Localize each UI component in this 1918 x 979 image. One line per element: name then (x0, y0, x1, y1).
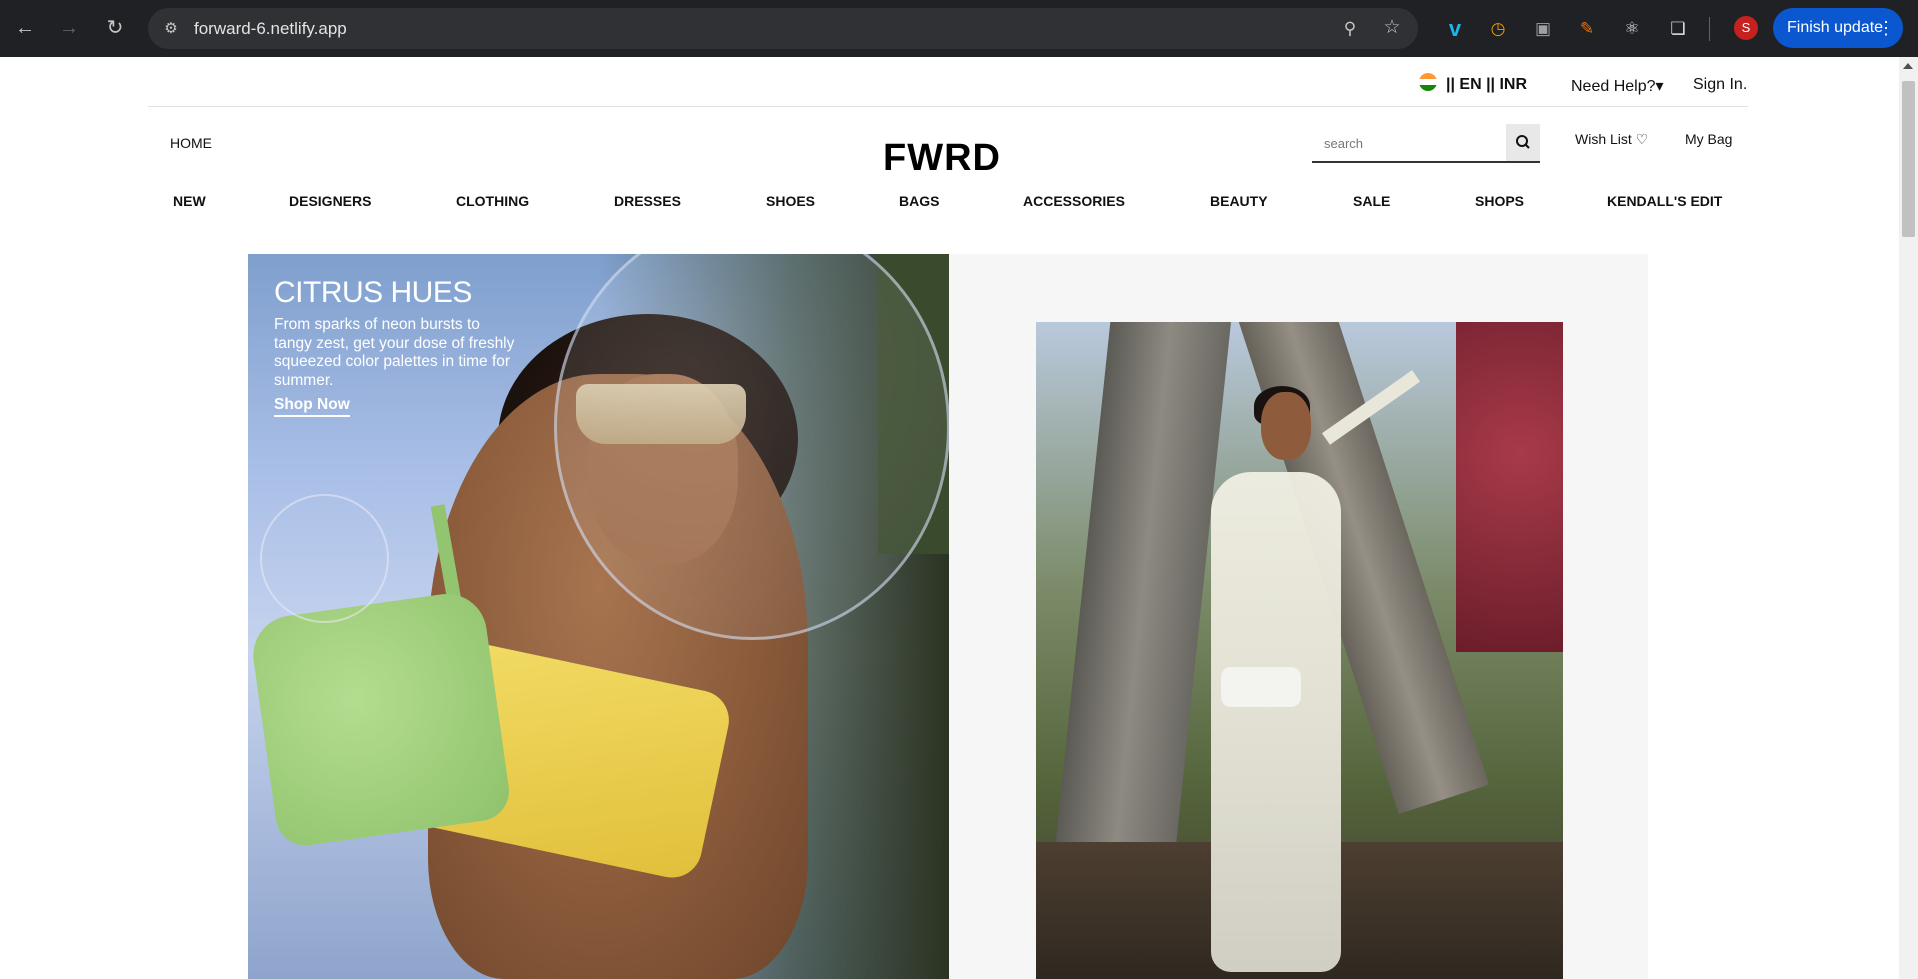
model-white-dress-photo[interactable] (1036, 322, 1563, 979)
nav-item-kendalls-edit[interactable]: KENDALL'S EDIT (1607, 193, 1722, 209)
nav-item-accessories[interactable]: ACCESSORIES (1023, 193, 1125, 209)
bookmark-star-icon[interactable]: ☆ (1380, 16, 1404, 40)
zoom-icon[interactable]: ⚲ (1338, 17, 1362, 41)
scroll-up-arrow-icon[interactable] (1903, 63, 1913, 69)
white-dress (1211, 472, 1341, 972)
address-bar[interactable]: ⚙ forward-6.netlify.app ⚲ ☆ (148, 8, 1418, 49)
home-link[interactable]: HOME (170, 135, 212, 151)
need-help-dropdown[interactable]: Need Help?▾ (1571, 76, 1664, 96)
my-bag-link[interactable]: My Bag (1685, 131, 1732, 147)
nav-item-new[interactable]: NEW (173, 193, 206, 209)
search-icon (1516, 135, 1530, 149)
nav-item-designers[interactable]: DESIGNERS (289, 193, 371, 209)
scrollbar-thumb[interactable] (1902, 81, 1915, 237)
search-button[interactable] (1506, 124, 1540, 161)
pen-icon[interactable]: ✎ (1573, 15, 1601, 43)
nav-item-shops[interactable]: SHOPS (1475, 193, 1524, 209)
nav-item-beauty[interactable]: BEAUTY (1210, 193, 1268, 209)
white-clutch (1221, 667, 1301, 707)
hero-secondary-panel (949, 254, 1648, 979)
puzzle-icon[interactable]: ❏ (1664, 15, 1692, 43)
wish-list-link[interactable]: Wish List ♡ (1575, 131, 1648, 148)
green-handbag (248, 588, 513, 850)
toolbar-divider (1709, 17, 1710, 41)
category-nav: NEW DESIGNERS CLOTHING DRESSES SHOES BAG… (148, 193, 1748, 217)
nav-item-sale[interactable]: SALE (1353, 193, 1390, 209)
site-info-icon[interactable]: ⚙ (160, 18, 182, 40)
sign-in-link[interactable]: Sign In. (1693, 76, 1747, 94)
timer-icon[interactable]: ◷ (1484, 15, 1512, 43)
more-menu-icon[interactable]: ⋮ (1863, 8, 1895, 48)
page-scrollbar[interactable] (1899, 57, 1918, 979)
search-input[interactable] (1322, 130, 1506, 156)
nav-item-bags[interactable]: BAGS (899, 193, 939, 209)
utility-bar: || EN || INR Need Help?▾ Sign In. (148, 57, 1748, 107)
nav-item-clothing[interactable]: CLOTHING (456, 193, 529, 209)
hero-banner-citrus-hues[interactable]: CITRUS HUES From sparks of neon bursts t… (248, 254, 949, 979)
image-icon[interactable]: ▣ (1529, 15, 1557, 43)
react-icon[interactable]: ⚛ (1618, 15, 1646, 43)
profile-avatar[interactable]: S (1734, 16, 1758, 40)
site-logo[interactable]: FWRD (862, 137, 1022, 180)
reload-icon[interactable]: ↻ (102, 15, 128, 41)
vimeo-icon[interactable]: v (1441, 15, 1469, 43)
finish-update-button[interactable]: Finish update ⋮ (1773, 8, 1903, 48)
shop-now-link[interactable]: Shop Now (274, 396, 350, 417)
nav-item-dresses[interactable]: DRESSES (614, 193, 681, 209)
forward-icon[interactable]: → (56, 15, 82, 41)
search-box (1312, 124, 1540, 163)
url-text[interactable]: forward-6.netlify.app (194, 19, 347, 39)
nav-item-shoes[interactable]: SHOES (766, 193, 815, 209)
locale-selector[interactable]: || EN || INR (1446, 76, 1527, 94)
back-icon[interactable]: ← (12, 15, 38, 41)
hero-title: CITRUS HUES (274, 276, 472, 309)
browser-toolbar: ← → ↻ ⚙ forward-6.netlify.app ⚲ ☆ v ◷ ▣ … (0, 0, 1918, 57)
india-flag-icon (1419, 73, 1437, 91)
hero-copy: CITRUS HUES From sparks of neon bursts t… (274, 276, 519, 417)
hero-description: From sparks of neon bursts to tangy zest… (274, 316, 515, 389)
